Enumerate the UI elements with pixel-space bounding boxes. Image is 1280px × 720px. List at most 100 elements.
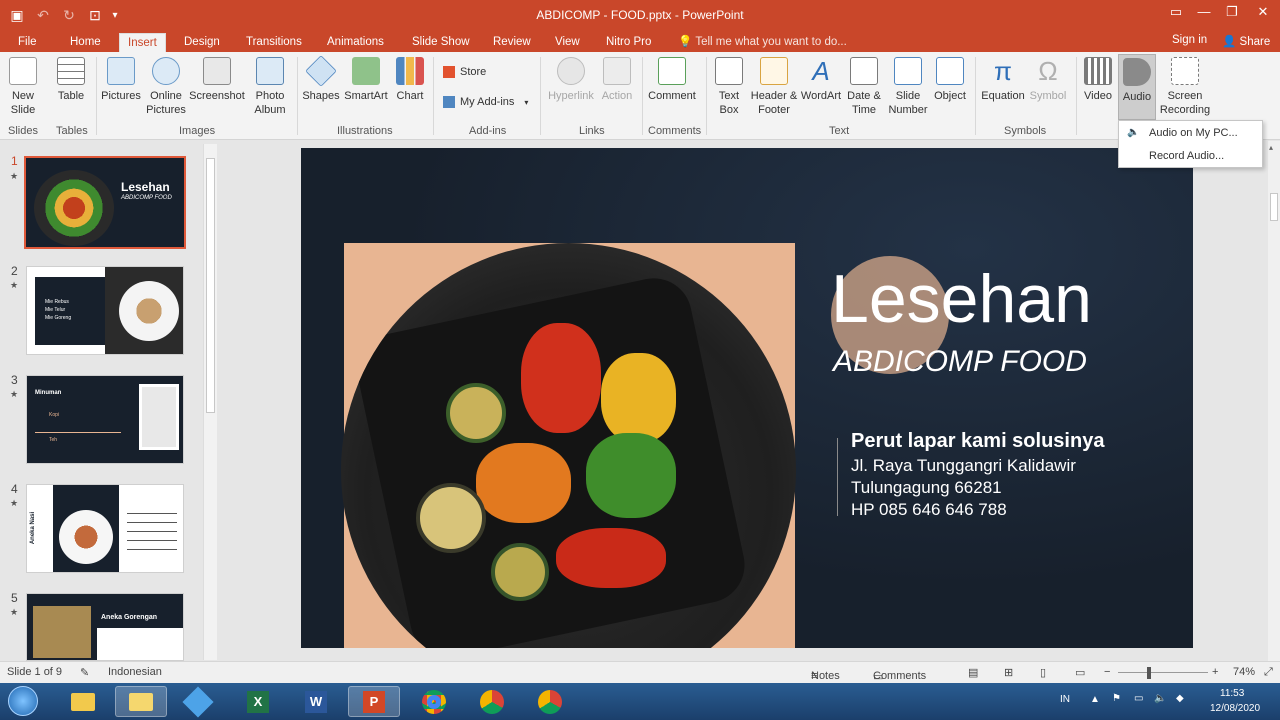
screen-recording-button[interactable]: Screen Recording — [1158, 57, 1212, 117]
text-box-button[interactable]: Text Box — [712, 57, 746, 117]
animation-star-icon: ★ — [10, 171, 19, 181]
slide-thumbnail-5[interactable]: Aneka Gorengan — [26, 593, 184, 661]
symbol-button[interactable]: Ω Symbol — [1028, 57, 1068, 103]
shapes-button[interactable]: Shapes — [302, 55, 340, 103]
chart-button[interactable]: Chart — [393, 57, 427, 103]
language-indicator[interactable]: Indonesian — [108, 666, 162, 678]
tab-file[interactable]: File — [10, 33, 45, 52]
comments-label: Comments — [873, 670, 927, 682]
text-box-icon — [715, 57, 743, 85]
table-button[interactable]: Table — [54, 57, 88, 103]
thumbnail-scrollbar[interactable] — [203, 144, 217, 660]
antivirus-icon[interactable]: ◆ — [1176, 693, 1184, 704]
taskbar-powerpoint[interactable]: P — [348, 686, 400, 717]
lightbulb-icon: 💡 — [678, 36, 693, 48]
record-audio-menu-item[interactable]: Record Audio... — [1149, 150, 1224, 162]
taskbar-chrome-3[interactable] — [524, 686, 576, 717]
comment-button[interactable]: Comment — [645, 57, 699, 103]
photo-album-button[interactable]: Photo Album — [248, 57, 292, 117]
slide-thumbnail-3[interactable]: Minuman Kopi Teh — [26, 375, 184, 464]
spelling-check-icon[interactable]: ✎ — [80, 666, 89, 679]
zoom-out-icon[interactable]: − — [1104, 666, 1110, 678]
tab-insert[interactable]: Insert — [119, 33, 166, 52]
smartart-button[interactable]: SmartArt — [342, 57, 390, 103]
tab-transitions[interactable]: Transitions — [238, 33, 310, 52]
equation-button[interactable]: π Equation — [978, 57, 1028, 103]
ribbon-tabs: File Home Insert Design Transitions Anim… — [0, 30, 1280, 52]
tab-view[interactable]: View — [547, 33, 588, 52]
show-hidden-icons-icon[interactable]: ▲ — [1090, 694, 1100, 705]
date-time-button[interactable]: Date & Time — [845, 57, 883, 117]
pictures-button[interactable]: Pictures — [100, 57, 142, 103]
pepper-red — [521, 323, 601, 433]
slide-show-icon[interactable]: ▭ — [1075, 666, 1085, 679]
reading-view-icon[interactable]: ▯ — [1040, 666, 1046, 679]
object-button[interactable]: Object — [931, 57, 969, 103]
maximize-button[interactable]: ❐ — [1218, 0, 1246, 24]
slide-address-2[interactable]: Tulungagung 66281 — [851, 478, 1002, 498]
action-button[interactable]: Action — [599, 57, 635, 103]
taskbar-sticky-notes[interactable] — [115, 686, 167, 717]
taskbar-chrome-1[interactable] — [408, 686, 460, 717]
tab-design[interactable]: Design — [176, 33, 228, 52]
slide-number-button[interactable]: Slide Number — [885, 57, 931, 117]
normal-view-icon[interactable]: ▤ — [968, 666, 978, 679]
slide-sorter-icon[interactable]: ⊞ — [1004, 666, 1013, 679]
taskbar-word[interactable]: W — [290, 686, 342, 717]
taskbar-explorer[interactable] — [57, 686, 109, 717]
network-icon[interactable]: ▭ — [1134, 693, 1143, 704]
ribbon-display-options-icon[interactable]: ▭ — [1162, 0, 1190, 24]
slide-phone[interactable]: HP 085 646 646 788 — [851, 500, 1007, 520]
slide-title[interactable]: Lesehan — [831, 260, 1092, 338]
clock-time[interactable]: 11:53 — [1220, 688, 1244, 699]
editor-scrollbar-up-icon[interactable]: ▴ — [1269, 143, 1273, 152]
slide-address-1[interactable]: Jl. Raya Tunggangri Kalidawir — [851, 456, 1076, 476]
tab-review[interactable]: Review — [485, 33, 539, 52]
slide-canvas[interactable]: Lesehan ABDICOMP FOOD Perut lapar kami s… — [301, 148, 1193, 648]
start-button[interactable] — [8, 686, 38, 716]
screenshot-button[interactable]: Screenshot — [189, 57, 245, 103]
header-footer-button[interactable]: Header & Footer — [749, 57, 799, 117]
zoom-slider-thumb[interactable] — [1147, 667, 1151, 679]
editor-scrollbar-handle[interactable] — [1270, 193, 1278, 221]
editor-scrollbar[interactable]: ▴ — [1268, 141, 1280, 661]
zoom-in-icon[interactable]: + — [1212, 666, 1218, 678]
store-button[interactable]: Store — [443, 66, 486, 78]
zoom-slider[interactable] — [1118, 672, 1208, 673]
thumb-number: 3 — [11, 373, 18, 387]
share-button[interactable]: 👤 Share — [1222, 34, 1270, 48]
close-button[interactable]: ✕ — [1246, 0, 1280, 24]
input-language[interactable]: IN — [1060, 694, 1070, 705]
flag-icon[interactable]: ⚑ — [1112, 693, 1121, 704]
slide-thumbnail-1[interactable]: Lesehan ABDICOMP FOOD — [24, 156, 186, 249]
sign-in-link[interactable]: Sign in — [1172, 34, 1207, 46]
taskbar-3d-app[interactable] — [172, 685, 224, 718]
tab-home[interactable]: Home — [62, 33, 109, 52]
volume-icon[interactable]: 🔈 — [1154, 693, 1166, 704]
clock-date[interactable]: 12/08/2020 — [1210, 703, 1260, 714]
audio-button[interactable]: Audio — [1118, 54, 1156, 120]
slide-subtitle[interactable]: ABDICOMP FOOD — [833, 345, 1087, 379]
online-pictures-button[interactable]: Online Pictures — [145, 57, 187, 117]
wordart-button[interactable]: A WordArt — [799, 57, 843, 103]
video-button[interactable]: Video — [1080, 57, 1116, 103]
tab-slide-show[interactable]: Slide Show — [404, 33, 478, 52]
hyperlink-button[interactable]: Hyperlink — [545, 57, 597, 103]
thumbnail-scrollbar-handle[interactable] — [206, 158, 215, 413]
slide-thumbnail-2[interactable]: Mie Rebus Mie Telur Mie Goreng — [26, 266, 184, 355]
notes-label: Notes — [811, 670, 840, 682]
tell-me-box[interactable]: 💡 Tell me what you want to do... — [678, 34, 847, 48]
new-slide-button[interactable]: New Slide — [4, 57, 42, 117]
taskbar-chrome-2[interactable] — [466, 686, 518, 717]
slide-tagline[interactable]: Perut lapar kami solusinya — [851, 430, 1104, 453]
fit-slide-icon[interactable]: ⤢ — [1264, 666, 1273, 679]
zoom-level[interactable]: 74% — [1233, 666, 1255, 678]
tab-animations[interactable]: Animations — [319, 33, 392, 52]
minimize-button[interactable]: — — [1190, 0, 1218, 24]
slide-thumbnail-4[interactable]: Aneka Nasi — [26, 484, 184, 573]
tab-nitro-pro[interactable]: Nitro Pro — [598, 33, 659, 52]
group-label-comments: Comments — [648, 125, 702, 137]
audio-on-my-pc-menu-item[interactable]: Audio on My PC... — [1149, 127, 1238, 139]
taskbar-excel[interactable]: X — [232, 686, 284, 717]
my-addins-button[interactable]: My Add-ins ▾ — [443, 96, 528, 108]
